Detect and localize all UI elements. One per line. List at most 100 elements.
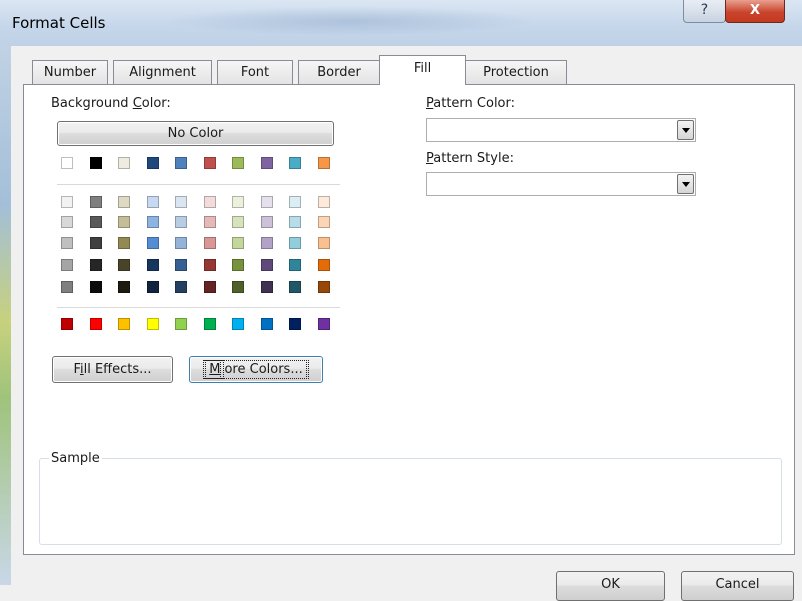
shade-color-swatch[interactable] bbox=[118, 259, 130, 271]
shade-color-swatch[interactable] bbox=[61, 237, 73, 249]
shade-color-swatch[interactable] bbox=[260, 281, 273, 293]
help-button[interactable]: ? bbox=[683, 0, 726, 23]
shade-color-swatch[interactable] bbox=[317, 281, 330, 293]
tab-protection[interactable]: Protection bbox=[465, 60, 567, 84]
shade-color-swatch[interactable] bbox=[203, 196, 216, 208]
tab-alignment[interactable]: Alignment bbox=[113, 60, 212, 84]
more-colors-button[interactable]: More Colors... bbox=[189, 356, 323, 383]
shade-color-swatch[interactable] bbox=[146, 259, 159, 271]
palette-divider bbox=[57, 184, 340, 185]
shade-color-swatch[interactable] bbox=[61, 259, 73, 271]
theme-color-swatch[interactable] bbox=[203, 157, 216, 169]
shade-color-swatch[interactable] bbox=[175, 216, 187, 228]
shade-color-swatch[interactable] bbox=[317, 216, 330, 228]
close-button[interactable]: X bbox=[725, 0, 785, 23]
tab-number[interactable]: Number bbox=[32, 60, 108, 84]
shade-color-swatch[interactable] bbox=[89, 196, 102, 208]
close-icon: X bbox=[749, 3, 761, 18]
shade-color-swatch[interactable] bbox=[203, 216, 216, 228]
tab-border[interactable]: Border bbox=[298, 60, 380, 84]
shade-color-swatch[interactable] bbox=[289, 259, 301, 271]
standard-color-swatch[interactable] bbox=[289, 318, 301, 330]
shade-color-swatch[interactable] bbox=[89, 281, 102, 293]
shade-color-swatch[interactable] bbox=[289, 196, 301, 208]
shade-color-swatch[interactable] bbox=[118, 216, 130, 228]
shade-color-swatch[interactable] bbox=[232, 216, 244, 228]
theme-color-swatch[interactable] bbox=[118, 157, 130, 169]
shade-color-swatch[interactable] bbox=[118, 196, 130, 208]
tab-label: Font bbox=[240, 65, 270, 80]
cancel-button[interactable]: Cancel bbox=[681, 571, 794, 601]
standard-color-swatch[interactable] bbox=[203, 318, 216, 330]
standard-color-swatch[interactable] bbox=[118, 318, 130, 330]
more-colors-label: More Colors... bbox=[203, 360, 309, 379]
shade-color-swatch[interactable] bbox=[89, 237, 102, 249]
shade-color-swatch[interactable] bbox=[175, 281, 187, 293]
shade-color-swatch[interactable] bbox=[203, 237, 216, 249]
tab-font[interactable]: Font bbox=[217, 60, 293, 84]
ok-button[interactable]: OK bbox=[556, 571, 665, 601]
theme-color-swatch[interactable] bbox=[260, 157, 273, 169]
theme-color-swatch[interactable] bbox=[146, 157, 159, 169]
shade-color-swatch[interactable] bbox=[232, 259, 244, 271]
shade-color-swatch[interactable] bbox=[175, 259, 187, 271]
shade-color-swatch[interactable] bbox=[260, 216, 273, 228]
shade-color-swatch[interactable] bbox=[61, 216, 73, 228]
sample-label: Sample bbox=[49, 451, 102, 466]
shade-color-swatch[interactable] bbox=[146, 196, 159, 208]
chevron-down-icon[interactable] bbox=[677, 174, 694, 194]
shade-color-swatch[interactable] bbox=[61, 196, 73, 208]
standard-color-swatch[interactable] bbox=[260, 318, 273, 330]
tab-fill[interactable]: Fill bbox=[379, 55, 466, 85]
shade-color-swatch[interactable] bbox=[317, 196, 330, 208]
fill-effects-button[interactable]: Fill Effects... bbox=[52, 356, 173, 383]
shade-color-swatch[interactable] bbox=[317, 237, 330, 249]
standard-color-swatch[interactable] bbox=[175, 318, 187, 330]
tab-label: Protection bbox=[483, 65, 549, 80]
shade-color-swatch[interactable] bbox=[146, 281, 159, 293]
shade-color-swatch[interactable] bbox=[289, 237, 301, 249]
theme-color-swatch[interactable] bbox=[232, 157, 244, 169]
shade-color-swatch[interactable] bbox=[260, 237, 273, 249]
pattern-style-dropdown[interactable] bbox=[426, 172, 696, 196]
shade-color-swatch[interactable] bbox=[203, 281, 216, 293]
shade-color-swatch[interactable] bbox=[89, 216, 102, 228]
theme-color-swatch[interactable] bbox=[89, 157, 102, 169]
shade-color-swatch[interactable] bbox=[203, 259, 216, 271]
shade-color-swatch[interactable] bbox=[260, 196, 273, 208]
standard-color-swatch[interactable] bbox=[317, 318, 330, 330]
no-color-button[interactable]: No Color bbox=[57, 121, 334, 146]
shade-color-swatch[interactable] bbox=[232, 196, 244, 208]
chevron-down-icon[interactable] bbox=[677, 120, 694, 140]
shade-color-swatch[interactable] bbox=[232, 237, 244, 249]
shade-color-swatch[interactable] bbox=[89, 259, 102, 271]
standard-color-swatch[interactable] bbox=[61, 318, 73, 330]
shade-color-swatch[interactable] bbox=[289, 281, 301, 293]
theme-color-swatch[interactable] bbox=[289, 157, 301, 169]
standard-color-swatch[interactable] bbox=[146, 318, 159, 330]
shade-color-swatch[interactable] bbox=[289, 216, 301, 228]
shade-color-swatch[interactable] bbox=[317, 259, 330, 271]
help-icon: ? bbox=[700, 2, 709, 18]
title-bar: Format Cells bbox=[0, 0, 802, 46]
shade-color-swatch[interactable] bbox=[232, 281, 244, 293]
no-color-label: No Color bbox=[167, 126, 224, 141]
shade-color-swatch[interactable] bbox=[146, 237, 159, 249]
theme-color-swatch[interactable] bbox=[61, 157, 73, 169]
shade-color-swatch[interactable] bbox=[146, 216, 159, 228]
tab-label: Fill bbox=[413, 61, 432, 76]
pattern-color-dropdown[interactable] bbox=[426, 118, 696, 142]
shade-color-swatch[interactable] bbox=[118, 237, 130, 249]
palette-divider bbox=[57, 307, 340, 308]
theme-color-swatch[interactable] bbox=[317, 157, 330, 169]
shade-color-swatch[interactable] bbox=[175, 196, 187, 208]
window-title: Format Cells bbox=[12, 14, 106, 32]
shade-color-swatch[interactable] bbox=[61, 281, 73, 293]
shade-color-swatch[interactable] bbox=[175, 237, 187, 249]
theme-color-swatch[interactable] bbox=[175, 157, 187, 169]
standard-color-swatch[interactable] bbox=[89, 318, 102, 330]
shade-color-swatch[interactable] bbox=[260, 259, 273, 271]
sample-preview bbox=[39, 458, 782, 545]
standard-color-swatch[interactable] bbox=[232, 318, 244, 330]
shade-color-swatch[interactable] bbox=[118, 281, 130, 293]
